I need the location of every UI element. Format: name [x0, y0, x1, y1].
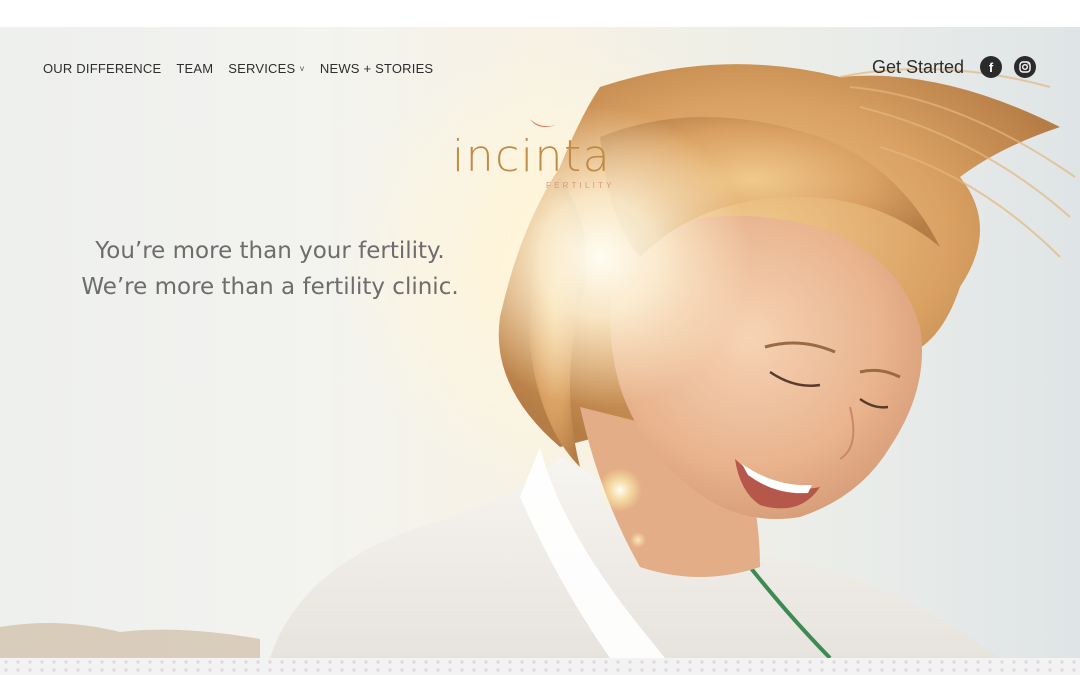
instagram-icon[interactable] [1014, 56, 1036, 78]
tagline-line-1: You’re more than your fertility. [95, 238, 445, 264]
top-margin [0, 0, 1080, 27]
nav-item-team[interactable]: TEAM [176, 61, 213, 76]
nav-item-label: TEAM [176, 61, 214, 76]
incinta-logo[interactable]: incinta FERTILITY [452, 117, 632, 197]
nav-item-news-stories[interactable]: NEWS + STORIES [320, 61, 433, 76]
logo-wordmark: incinta [452, 131, 612, 182]
nav-item-label: NEWS + STORIES [319, 61, 434, 76]
facebook-glyph: f [988, 59, 994, 75]
hero-tagline: You’re more than your fertility. We’re m… [70, 233, 470, 305]
nav-item-label: SERVICES [228, 61, 296, 76]
nav-item-label: OUR DIFFERENCE [43, 61, 162, 76]
header-actions: Get Started f [872, 56, 1036, 78]
main-nav: OUR DIFFERENCE TEAM SERVICES ˅ NEWS + ST… [43, 61, 433, 76]
logo-subtitle: FERTILITY [546, 181, 615, 190]
tagline-line-2: We’re more than a fertility clinic. [81, 274, 459, 300]
chevron-down-icon: ˅ [299, 63, 305, 74]
nav-item-our-difference[interactable]: OUR DIFFERENCE [43, 61, 161, 76]
get-started-link[interactable]: Get Started [872, 57, 964, 78]
instagram-glyph [1019, 61, 1031, 73]
bottom-pattern-strip [0, 658, 1080, 675]
facebook-icon[interactable]: f [980, 56, 1002, 78]
hero-section: OUR DIFFERENCE TEAM SERVICES ˅ NEWS + ST… [0, 27, 1080, 658]
nav-item-services[interactable]: SERVICES ˅ [228, 61, 305, 76]
